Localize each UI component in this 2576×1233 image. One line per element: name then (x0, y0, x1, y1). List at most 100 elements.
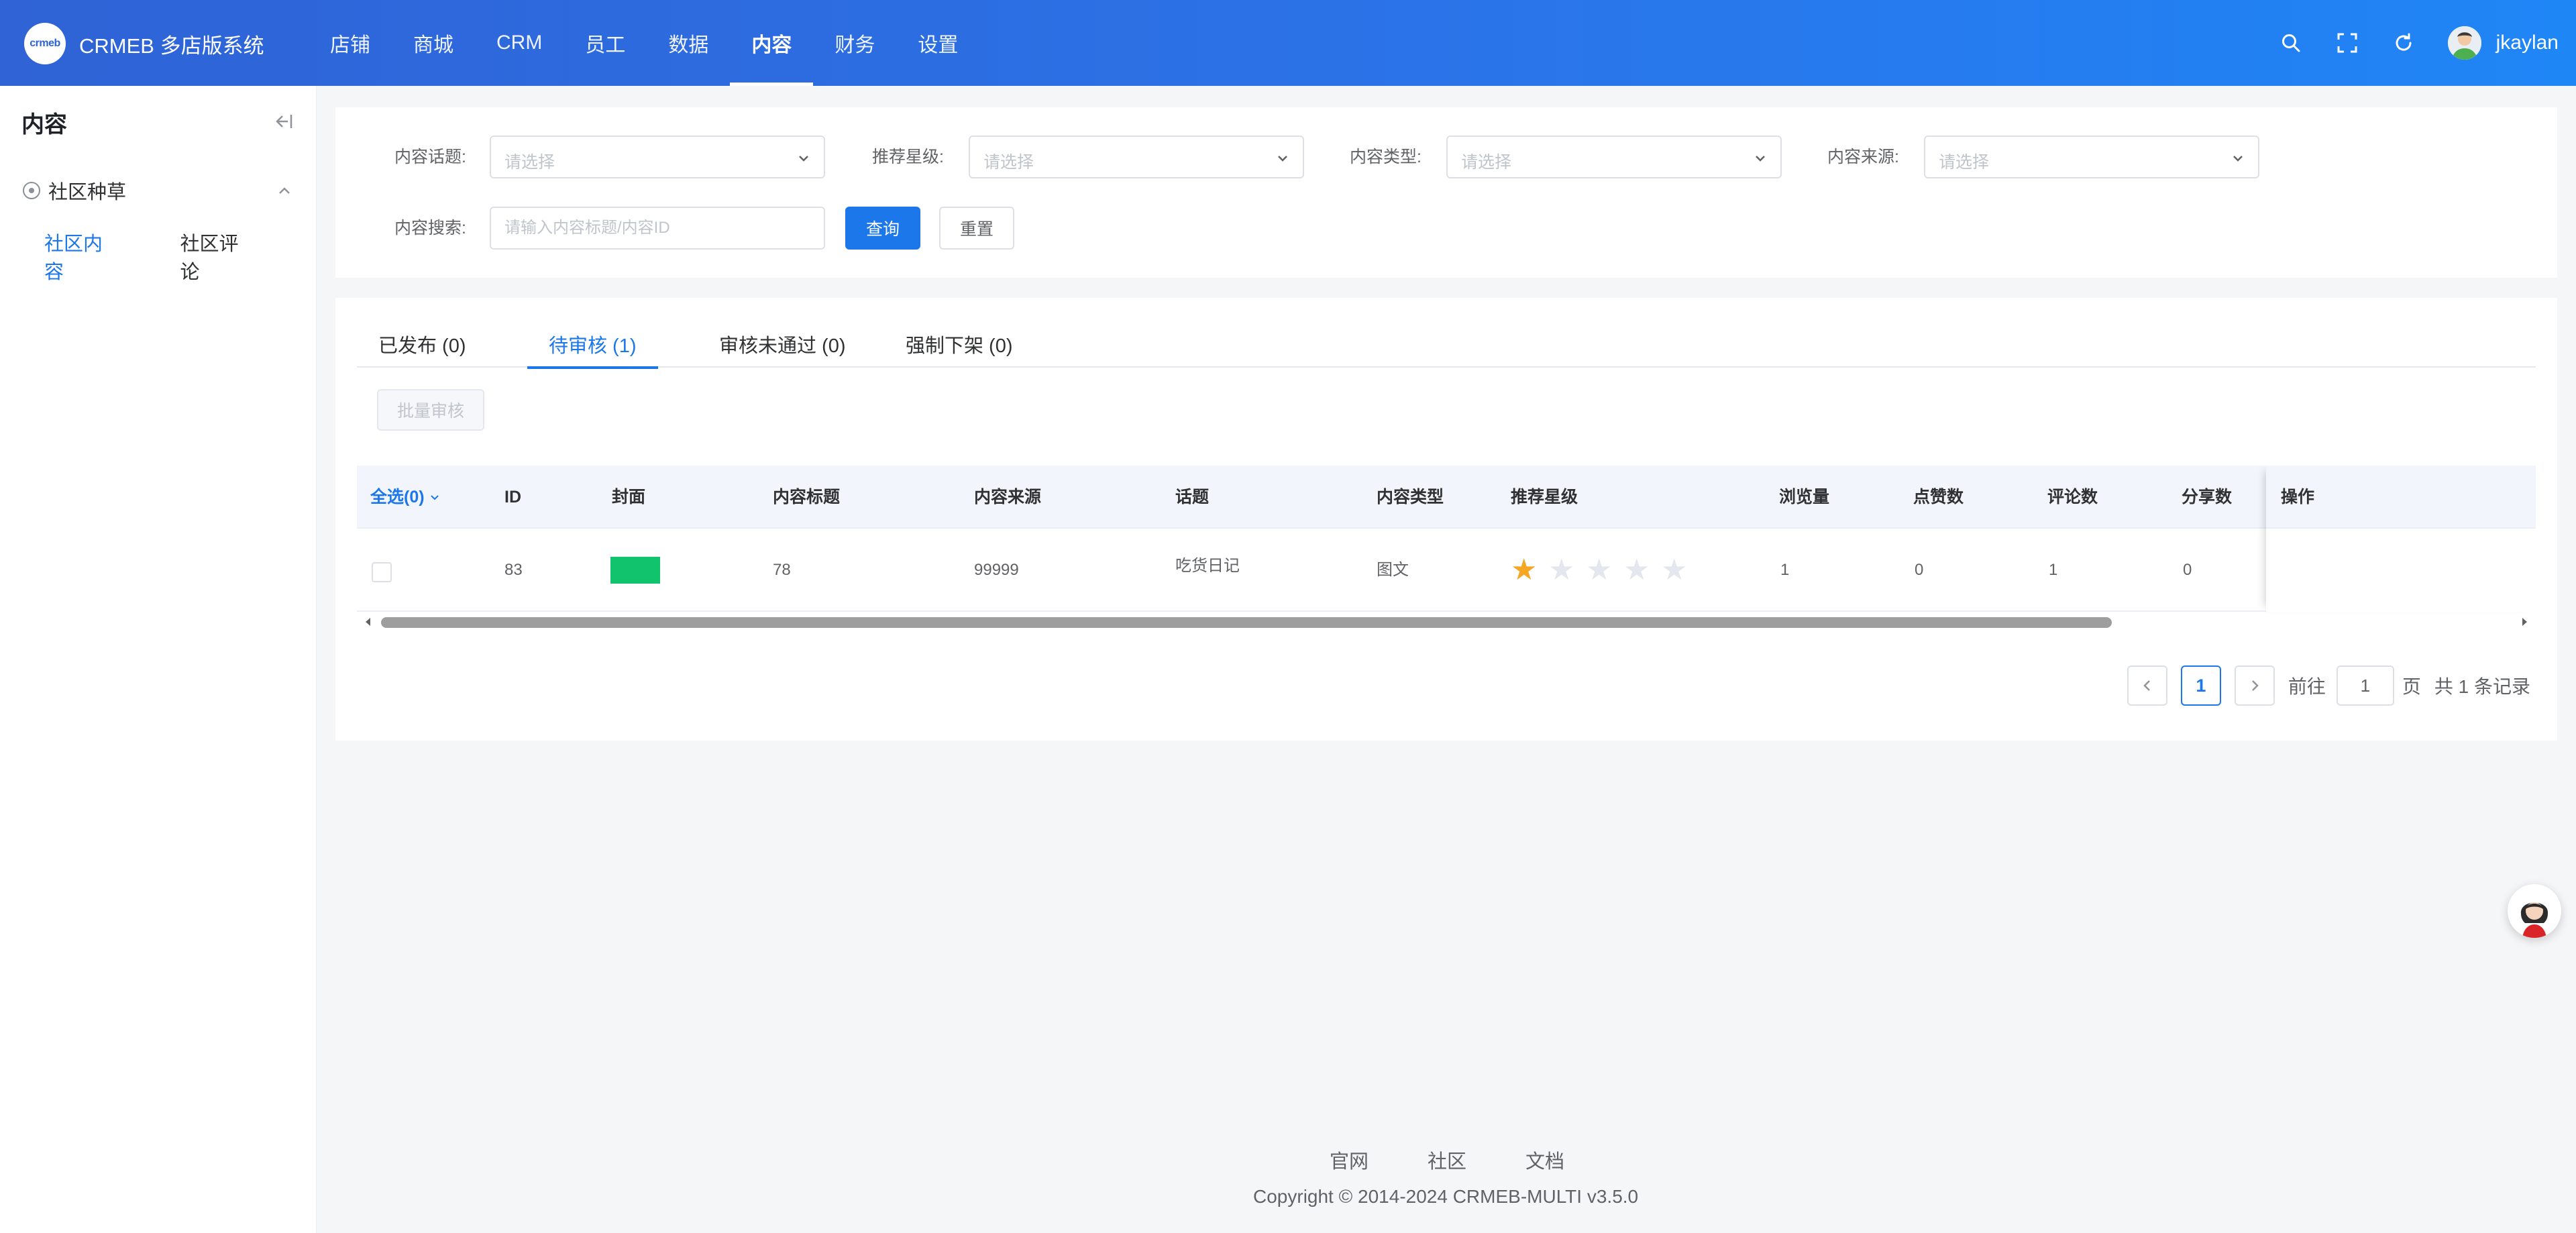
cell-likes: 0 (1915, 561, 1924, 579)
type-label: 内容类型: (1350, 148, 1421, 166)
nav-mall[interactable]: 商城 (392, 0, 475, 86)
scrollbar-thumb[interactable] (381, 617, 2112, 628)
chevron-down-icon (799, 156, 808, 162)
nav-finance[interactable]: 财务 (813, 0, 896, 86)
copyright: Copyright © 2014-2024 CRMEB-MULTI v3.5.0 (1253, 1186, 1639, 1207)
stars-select[interactable]: 请选择 (969, 136, 1304, 178)
next-page-button[interactable] (2234, 665, 2275, 706)
search-icon[interactable] (2263, 15, 2319, 71)
nav-settings[interactable]: 设置 (896, 0, 979, 86)
sidebar-item-community-content[interactable]: 社区内容 (44, 228, 111, 284)
star-icon[interactable]: ★ (1548, 555, 1586, 585)
ops-header: 操作 (2266, 466, 2536, 529)
scroll-left-icon[interactable] (362, 616, 374, 628)
topic-placeholder: 请选择 (504, 153, 555, 172)
chevron-down-icon (1278, 156, 1287, 162)
collapse-sidebar-icon[interactable] (270, 110, 297, 133)
star-icon[interactable]: ★ (1586, 555, 1623, 585)
cell-comments: 1 (2049, 561, 2058, 579)
nav-store[interactable]: 店铺 (309, 0, 392, 86)
sidebar: 内容 社区种草 社区内容 社区评论 (0, 86, 317, 1233)
topic-select[interactable]: 请选择 (490, 136, 825, 178)
tab-published[interactable]: 已发布 (0) (378, 323, 466, 368)
tab-pending[interactable]: 待审核 (1) (527, 323, 657, 369)
col-comments: 评论数 (2047, 488, 2098, 506)
cell-source: 99999 (974, 561, 1019, 579)
table-row: 83 78 99999 吃货日记 图文 ★ ★ ★ ★ ★ 1 0 1 0 (357, 529, 2536, 612)
topic-label: 内容话题: (394, 148, 466, 166)
cell-type: 图文 (1377, 561, 1409, 579)
star-icon[interactable]: ★ (1511, 555, 1548, 585)
brand-logo: crmeb (24, 23, 66, 64)
footer-link-community[interactable]: 社区 (1428, 1146, 1466, 1174)
filter-card: 内容话题: 请选择 推荐星级: 请选择 内容类型: 请选择 内容来源: 请选择 … (335, 107, 2557, 278)
nav-staff[interactable]: 员工 (564, 0, 647, 86)
type-placeholder: 请选择 (1461, 153, 1512, 172)
col-likes: 点赞数 (1913, 488, 1964, 506)
brand[interactable]: crmeb CRMEB 多店版系统 (24, 23, 264, 64)
refresh-icon[interactable] (2375, 15, 2432, 71)
top-tools: jkaylan (2263, 0, 2559, 86)
source-placeholder: 请选择 (1939, 153, 1990, 172)
goto-page-input[interactable] (2336, 665, 2394, 706)
fullscreen-icon[interactable] (2319, 15, 2375, 71)
source-select[interactable]: 请选择 (1924, 136, 2259, 178)
chevron-up-icon (279, 187, 290, 194)
target-icon (23, 182, 40, 199)
scroll-right-icon[interactable] (2518, 616, 2530, 628)
menu-group-label: 社区种草 (48, 182, 127, 203)
nav-crm[interactable]: CRM (475, 0, 564, 86)
footer-link-official[interactable]: 官网 (1330, 1146, 1368, 1174)
footer-link-docs[interactable]: 文档 (1525, 1146, 1564, 1174)
col-title: 内容标题 (773, 488, 841, 506)
page-1-button[interactable]: 1 (2180, 665, 2221, 706)
sidebar-item-community-comments[interactable]: 社区评论 (180, 228, 247, 284)
prev-page-button[interactable] (2127, 665, 2167, 706)
col-stars: 推荐星级 (1511, 488, 1578, 506)
cell-title: 78 (773, 561, 791, 579)
top-nav: 店铺 商城 CRM 员工 数据 内容 财务 设置 (309, 0, 979, 86)
row-checkbox[interactable] (372, 562, 392, 582)
cover-thumbnail[interactable] (610, 557, 660, 584)
total-records: 共 1 条记录 (2434, 676, 2530, 697)
type-select[interactable]: 请选择 (1446, 136, 1782, 178)
submenu: 社区内容 社区评论 (44, 228, 316, 284)
user-avatar[interactable] (2447, 26, 2481, 60)
top-header: crmeb CRMEB 多店版系统 店铺 商城 CRM 员工 数据 内容 财务 … (0, 0, 2576, 86)
status-tabs: 已发布 (0) 待审核 (1) 审核未通过 (0) 强制下架 (0) (357, 323, 2536, 369)
horizontal-scrollbar[interactable] (357, 612, 2536, 632)
user-name[interactable]: jkaylan (2496, 32, 2559, 54)
batch-review-button[interactable]: 批量审核 (377, 389, 484, 431)
tab-forced-offline[interactable]: 强制下架 (0) (906, 323, 1013, 368)
star-icon[interactable]: ★ (1623, 555, 1661, 585)
query-button[interactable]: 查询 (845, 207, 920, 250)
chevron-down-icon (430, 495, 439, 500)
select-all[interactable]: 全选(0) (370, 466, 440, 529)
reset-button[interactable]: 重置 (939, 207, 1014, 250)
stars-label: 推荐星级: (872, 148, 944, 166)
star-icon[interactable]: ★ (1661, 555, 1699, 585)
cell-id: 83 (504, 561, 523, 579)
col-cover: 封面 (612, 488, 646, 506)
goto-label: 前往 (2288, 676, 2326, 697)
col-type: 内容类型 (1377, 488, 1444, 506)
chevron-right-icon (2251, 680, 2259, 691)
customer-service-avatar-icon[interactable] (2508, 884, 2561, 938)
page-unit-label: 页 (2402, 676, 2421, 697)
col-ops: 操作 (2281, 488, 2315, 506)
nav-data[interactable]: 数据 (647, 0, 730, 86)
col-source: 内容来源 (974, 488, 1042, 506)
star-rating[interactable]: ★ ★ ★ ★ ★ (1511, 555, 1699, 585)
list-card: 已发布 (0) 待审核 (1) 审核未通过 (0) 强制下架 (0) 批量审核 … (335, 298, 2557, 741)
nav-content[interactable]: 内容 (730, 0, 814, 86)
col-id: ID (504, 488, 521, 506)
stars-placeholder: 请选择 (983, 153, 1034, 172)
menu-group-community[interactable]: 社区种草 (0, 170, 317, 211)
table-header: 全选(0) ID 封面 内容标题 内容来源 话题 内容类型 推荐星级 浏览量 点… (357, 466, 2536, 529)
chevron-left-icon (2143, 680, 2150, 691)
col-topic: 话题 (1175, 488, 1210, 506)
cell-topic: 吃货日记 (1175, 557, 1240, 575)
sidebar-title: 内容 (21, 112, 67, 138)
tab-rejected[interactable]: 审核未通过 (0) (719, 323, 846, 368)
content-search-input[interactable] (490, 207, 825, 250)
